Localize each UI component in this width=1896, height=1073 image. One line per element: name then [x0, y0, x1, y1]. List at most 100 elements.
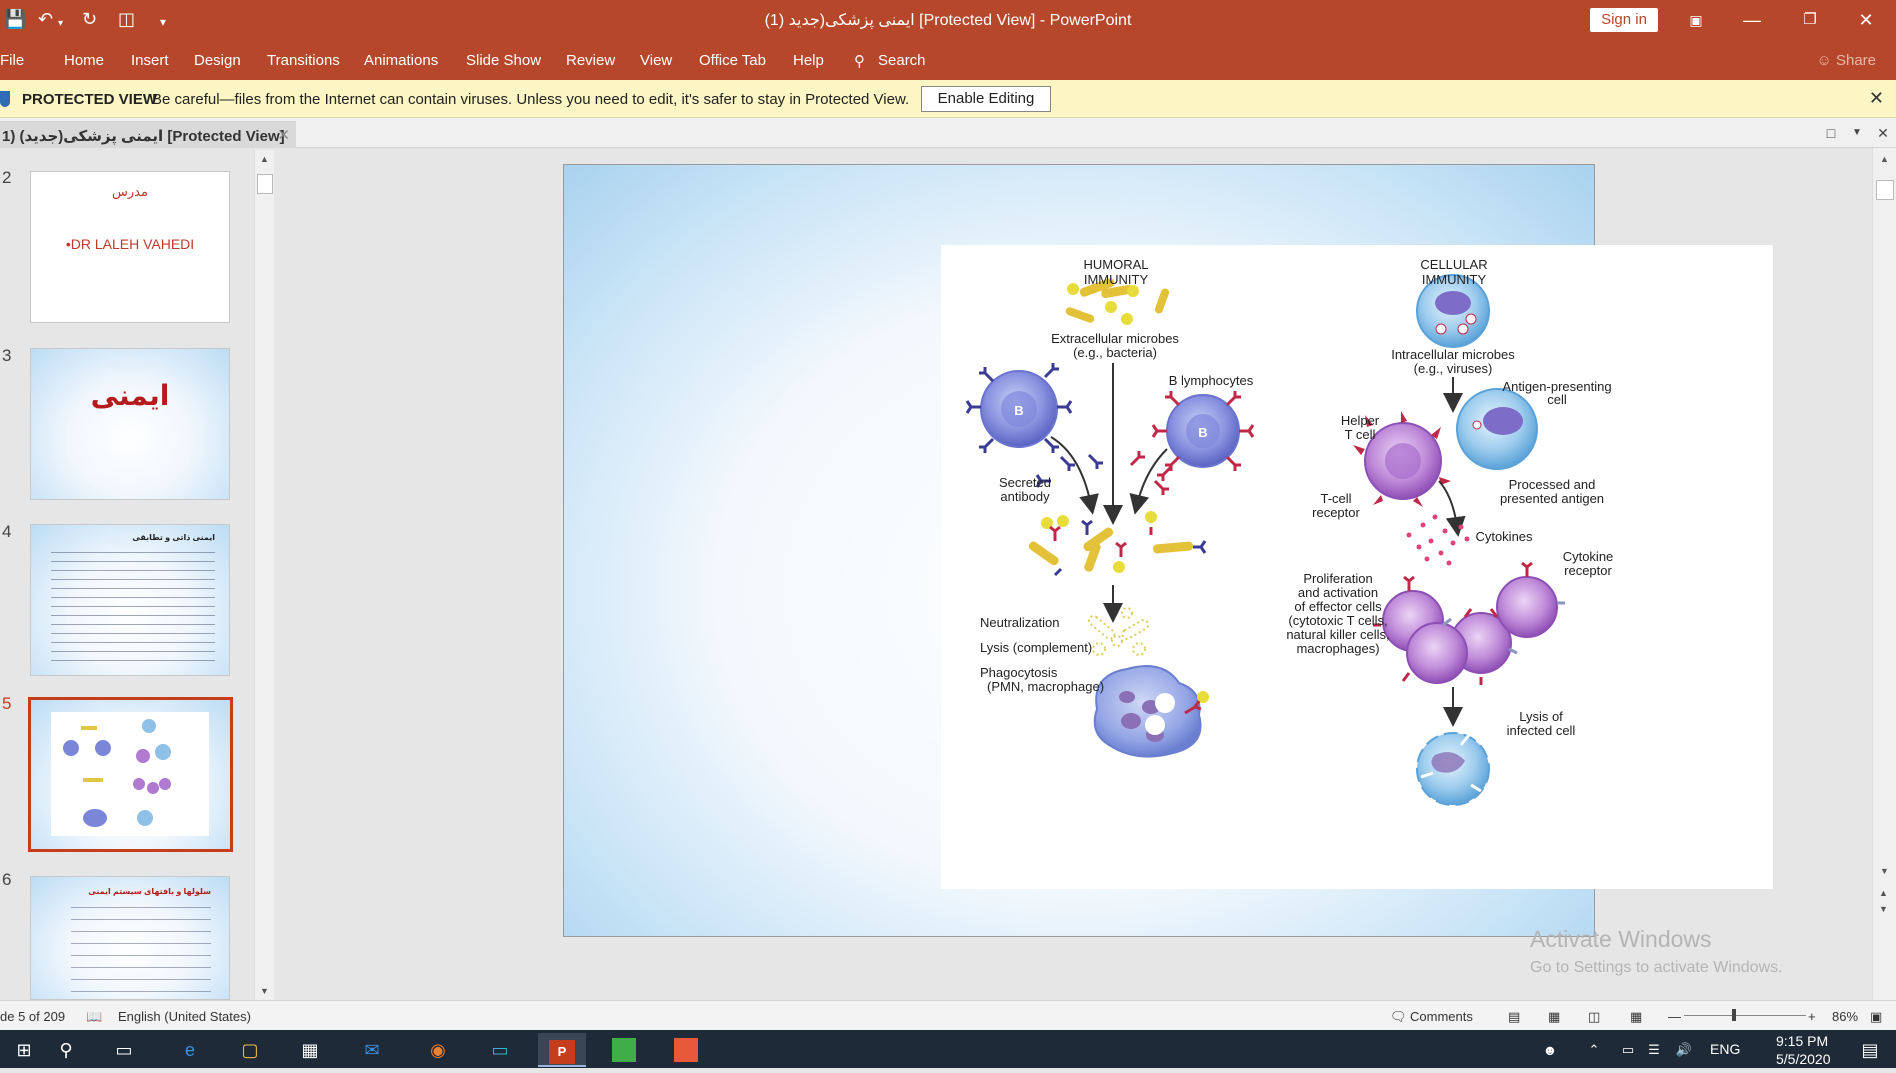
slide-thumbnail-6[interactable]: سلولها و بافتهای سیستم ایمنی [30, 876, 230, 1000]
slide-scrollbar[interactable]: ▲ ▼ ▲ ▼ [1872, 148, 1896, 1000]
close-icon[interactable]: ✕ [1869, 88, 1884, 109]
thumb-title: ایمنی [90, 380, 170, 411]
share-button[interactable]: ☺ Share [1816, 52, 1876, 69]
comments-button[interactable]: Comments [1410, 1009, 1473, 1024]
tab-file[interactable]: File [0, 52, 24, 69]
document-tab-strip: 1) ایمنی پزشکی(جدید) [Protected View] ✕ … [0, 118, 1896, 148]
task-view-icon[interactable]: ▭ [100, 1033, 148, 1067]
search-box[interactable]: Search [878, 52, 926, 69]
close-button[interactable]: ✕ [1846, 6, 1886, 34]
comments-icon[interactable]: 🗨 [1390, 1009, 1407, 1025]
tab-office-tab[interactable]: Office Tab [699, 52, 766, 69]
thumb-name: •DR LALEH VAHEDI [65, 236, 195, 252]
new-document-icon[interactable]: □ [1820, 122, 1842, 144]
b-cell-label: B [1014, 403, 1024, 418]
activate-windows-hint: Go to Settings to activate Windows. [1530, 959, 1783, 976]
tab-animations[interactable]: Animations [364, 52, 438, 69]
zoom-out-icon[interactable]: — [1668, 1009, 1681, 1024]
thumb-subtitle: مدرس [112, 184, 148, 199]
enable-editing-button[interactable]: Enable Editing [921, 86, 1051, 112]
activate-windows-watermark: Activate Windows [1530, 926, 1712, 952]
spellcheck-icon[interactable]: 📖 [86, 1009, 102, 1025]
ribbon-display-options-icon[interactable]: ▣ [1676, 6, 1716, 34]
scroll-down-icon[interactable]: ▼ [260, 986, 269, 996]
fit-to-window-icon[interactable]: ▣ [1870, 1009, 1882, 1025]
camtasia-orange-icon[interactable] [662, 1033, 710, 1067]
zoom-slider-thumb[interactable] [1732, 1009, 1736, 1021]
slide-thumbnail-4[interactable]: ایمنی ذاتی و تطابقی [30, 524, 230, 676]
windows-start-icon[interactable]: ⊞ [0, 1033, 48, 1067]
people-icon[interactable]: ☻ [1526, 1033, 1574, 1067]
tab-review[interactable]: Review [566, 52, 615, 69]
tab-help[interactable]: Help [793, 52, 824, 69]
slide-sorter-icon[interactable]: ▦ [1548, 1009, 1560, 1025]
document-tab[interactable]: 1) ایمنی پزشکی(جدید) [Protected View] ✕ [0, 121, 296, 148]
mail-icon[interactable]: ✉ [348, 1033, 396, 1067]
scroll-up-icon[interactable]: ▲ [1880, 154, 1889, 164]
helper-label: Helper [1340, 413, 1380, 428]
slide-thumbnail-pane: 2 مدرس •DR LALEH VAHEDI 3 ایمنی 4 ایمنی … [0, 148, 280, 1000]
scroll-thumb[interactable] [1876, 180, 1894, 200]
minimize-button[interactable]: — [1732, 6, 1772, 34]
protected-view-bar: PROTECTED VIEW Be careful—files from the… [0, 80, 1896, 118]
input-language[interactable]: ENG [1710, 1041, 1740, 1057]
protected-view-message: Be careful—files from the Internet can c… [152, 91, 910, 108]
store-icon[interactable]: ▦ [286, 1033, 334, 1067]
slide-thumbnail-3[interactable]: ایمنی [30, 348, 230, 500]
clock-date[interactable]: 5/5/2020 [1776, 1051, 1831, 1067]
cytokines-label: Cytokines [1475, 529, 1533, 544]
zoom-slider[interactable] [1684, 1015, 1806, 1016]
thumbnail-scrollbar[interactable]: ▲ ▼ [254, 150, 274, 1000]
lysis-infected-label: Lysis of [1519, 709, 1563, 724]
cytokine-receptor-label: Cytokine [1562, 549, 1614, 564]
previous-slide-icon[interactable]: ▲ [1879, 888, 1888, 898]
normal-view-icon[interactable]: ▤ [1508, 1009, 1520, 1025]
slide-thumbnail-2[interactable]: مدرس •DR LALEH VAHEDI [30, 171, 230, 323]
scroll-up-icon[interactable]: ▲ [260, 154, 269, 164]
scroll-down-icon[interactable]: ▼ [1880, 866, 1889, 876]
slideshow-view-icon[interactable]: ▦ [1630, 1009, 1642, 1025]
close-tab-icon[interactable]: ✕ [277, 126, 290, 144]
cytokine-receptor-label-2: receptor [1564, 563, 1612, 578]
restore-button[interactable]: ❐ [1790, 6, 1830, 34]
camtasia-green-icon[interactable] [600, 1033, 648, 1067]
current-slide[interactable]: HUMORAL IMMUNITY CELLULAR IMMUNITY Extra… [563, 164, 1773, 937]
firefox-icon[interactable]: ◉ [414, 1033, 462, 1067]
zoom-level[interactable]: 86% [1832, 1009, 1858, 1024]
action-center-icon[interactable]: ▤ [1846, 1033, 1894, 1067]
scroll-thumb[interactable] [257, 174, 273, 194]
tab-design[interactable]: Design [194, 52, 241, 69]
search-icon[interactable]: ⚲ [42, 1033, 90, 1067]
tab-slide-show[interactable]: Slide Show [466, 52, 541, 69]
remote-desktop-icon[interactable]: ▭ [476, 1033, 524, 1067]
search-icon[interactable]: ⚲ [854, 52, 865, 70]
thumb-text-lines [71, 901, 211, 993]
shield-icon [0, 91, 10, 107]
phagocytosis-label: Phagocytosis [980, 665, 1058, 680]
tcr-label-2: receptor [1312, 505, 1360, 520]
tab-home[interactable]: Home [64, 52, 104, 69]
clock-time[interactable]: 9:15 PM [1776, 1033, 1828, 1049]
tab-transitions[interactable]: Transitions [267, 52, 340, 69]
effector-cells [1373, 561, 1565, 685]
sign-in-button[interactable]: Sign in [1590, 8, 1658, 32]
tab-view[interactable]: View [640, 52, 672, 69]
lysed-infected-cell [1416, 732, 1490, 806]
language-indicator[interactable]: English (United States) [118, 1009, 251, 1024]
secreted-label: Secreted [998, 475, 1052, 490]
slide-number: 5 [2, 694, 12, 713]
reading-view-icon[interactable]: ◫ [1588, 1009, 1600, 1025]
file-explorer-icon[interactable]: ▢ [226, 1033, 274, 1067]
zoom-in-icon[interactable]: + [1808, 1009, 1816, 1024]
phagocytosis-sub-label: (PMN, macrophage) [987, 679, 1105, 694]
next-slide-icon[interactable]: ▼ [1879, 904, 1888, 914]
tab-list-icon[interactable]: ▼ [1846, 122, 1868, 144]
powerpoint-taskbar-icon[interactable]: P [538, 1033, 586, 1067]
tab-insert[interactable]: Insert [131, 52, 169, 69]
slide-thumbnail-5-selected[interactable] [28, 697, 233, 852]
close-all-icon[interactable]: ✕ [1872, 122, 1894, 144]
thumb-figure [51, 712, 209, 836]
prolif-label-3: of effector cells [1294, 599, 1382, 614]
volume-icon[interactable]: 🔊 [1660, 1033, 1708, 1067]
edge-icon[interactable]: e [166, 1033, 214, 1067]
